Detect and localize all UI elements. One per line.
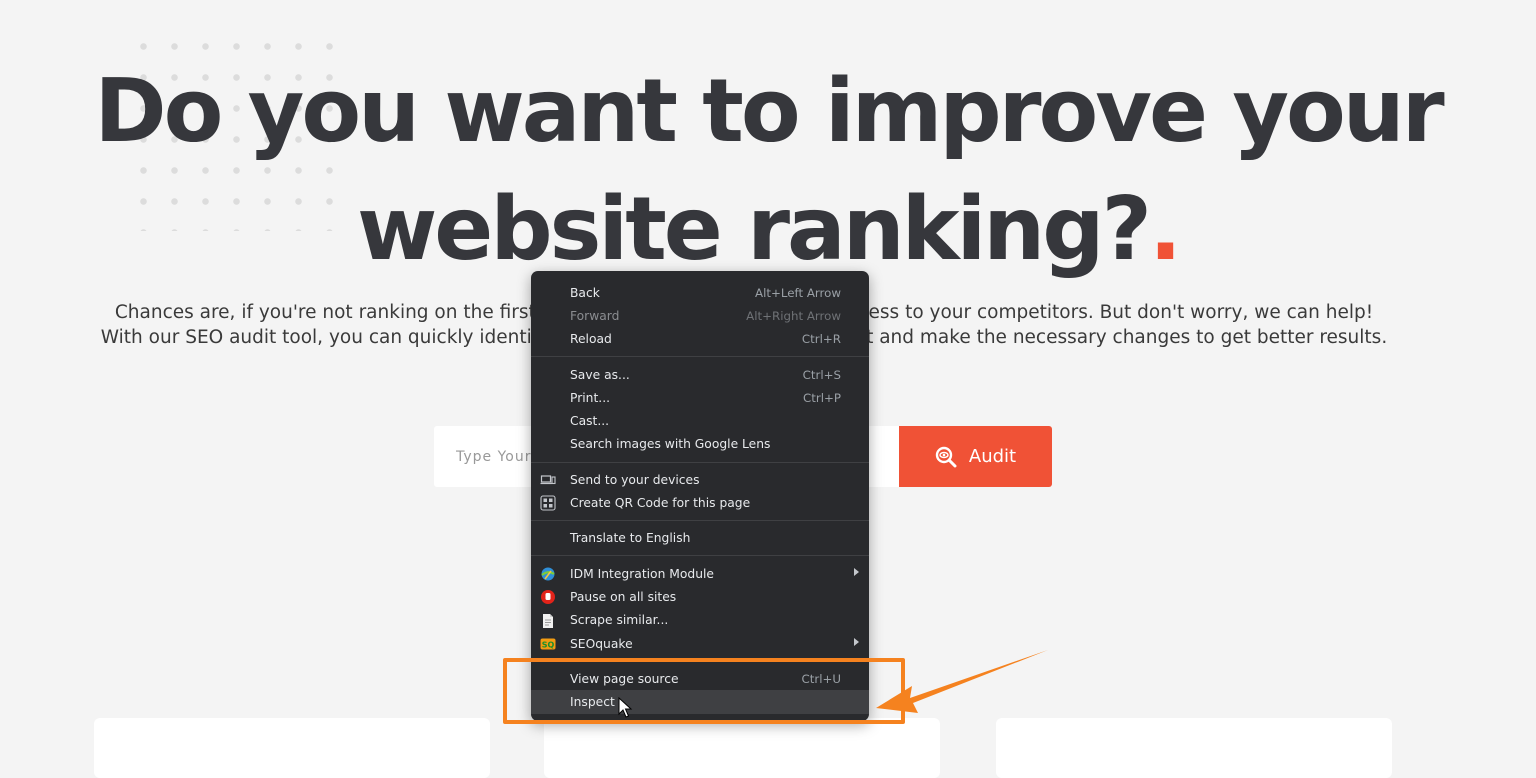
menu-item-translate[interactable]: Translate to English [531,527,869,550]
menu-item-seoquake[interactable]: SQ SEOquake [531,632,869,655]
menu-item-google-lens[interactable]: Search images with Google Lens [531,433,869,456]
menu-item-reload[interactable]: Reload Ctrl+R [531,328,869,351]
menu-item-save-as[interactable]: Save as... Ctrl+S [531,363,869,386]
menu-item-scrape-similar[interactable]: Scrape similar... [531,609,869,632]
browser-context-menu: Back Alt+Left Arrow Forward Alt+Right Arro… [531,271,869,721]
scraper-icon [540,613,556,629]
menu-item-print[interactable]: Print... Ctrl+P [531,386,869,409]
menu-separator [531,461,869,463]
idm-icon [540,566,556,582]
menu-item-send-to-devices[interactable]: Send to your devices [531,468,869,491]
audit-button-label: Audit [968,446,1017,467]
annotation-arrow-icon [876,650,1048,713]
feature-card [94,718,490,778]
menu-item-create-qr-code[interactable]: Create QR Code for this page [531,491,869,514]
feature-card [996,718,1392,778]
menu-separator [531,520,869,522]
menu-item-idm-integration[interactable]: IDM Integration Module [531,562,869,585]
hero-title-line2: website ranking? [356,178,1152,280]
menu-item-back[interactable]: Back Alt+Left Arrow [531,281,869,304]
seoquake-icon: SQ [540,636,556,652]
mouse-cursor-icon [618,697,633,718]
stop-hand-icon [540,589,556,605]
magnifier-eye-icon [935,446,957,467]
submenu-arrow-icon [854,567,859,576]
qr-code-icon [540,495,556,511]
menu-separator [531,555,869,557]
svg-text:SQ: SQ [542,640,555,649]
feature-card [544,718,940,778]
devices-icon [540,472,556,488]
menu-item-cast[interactable]: Cast... [531,409,869,432]
menu-item-forward: Forward Alt+Right Arrow [570,308,841,323]
menu-separator [531,356,869,358]
annotation-highlight-box [503,658,905,724]
hero-title-line1: Do you want to improve your [94,60,1444,162]
submenu-arrow-icon [854,637,859,646]
menu-item-pause-all-sites[interactable]: Pause on all sites [531,585,869,608]
hero-title-accent: . [1149,178,1182,280]
hero-title: Do you want to improve your website ranki… [0,52,1536,288]
audit-button[interactable]: Audit [899,426,1052,487]
